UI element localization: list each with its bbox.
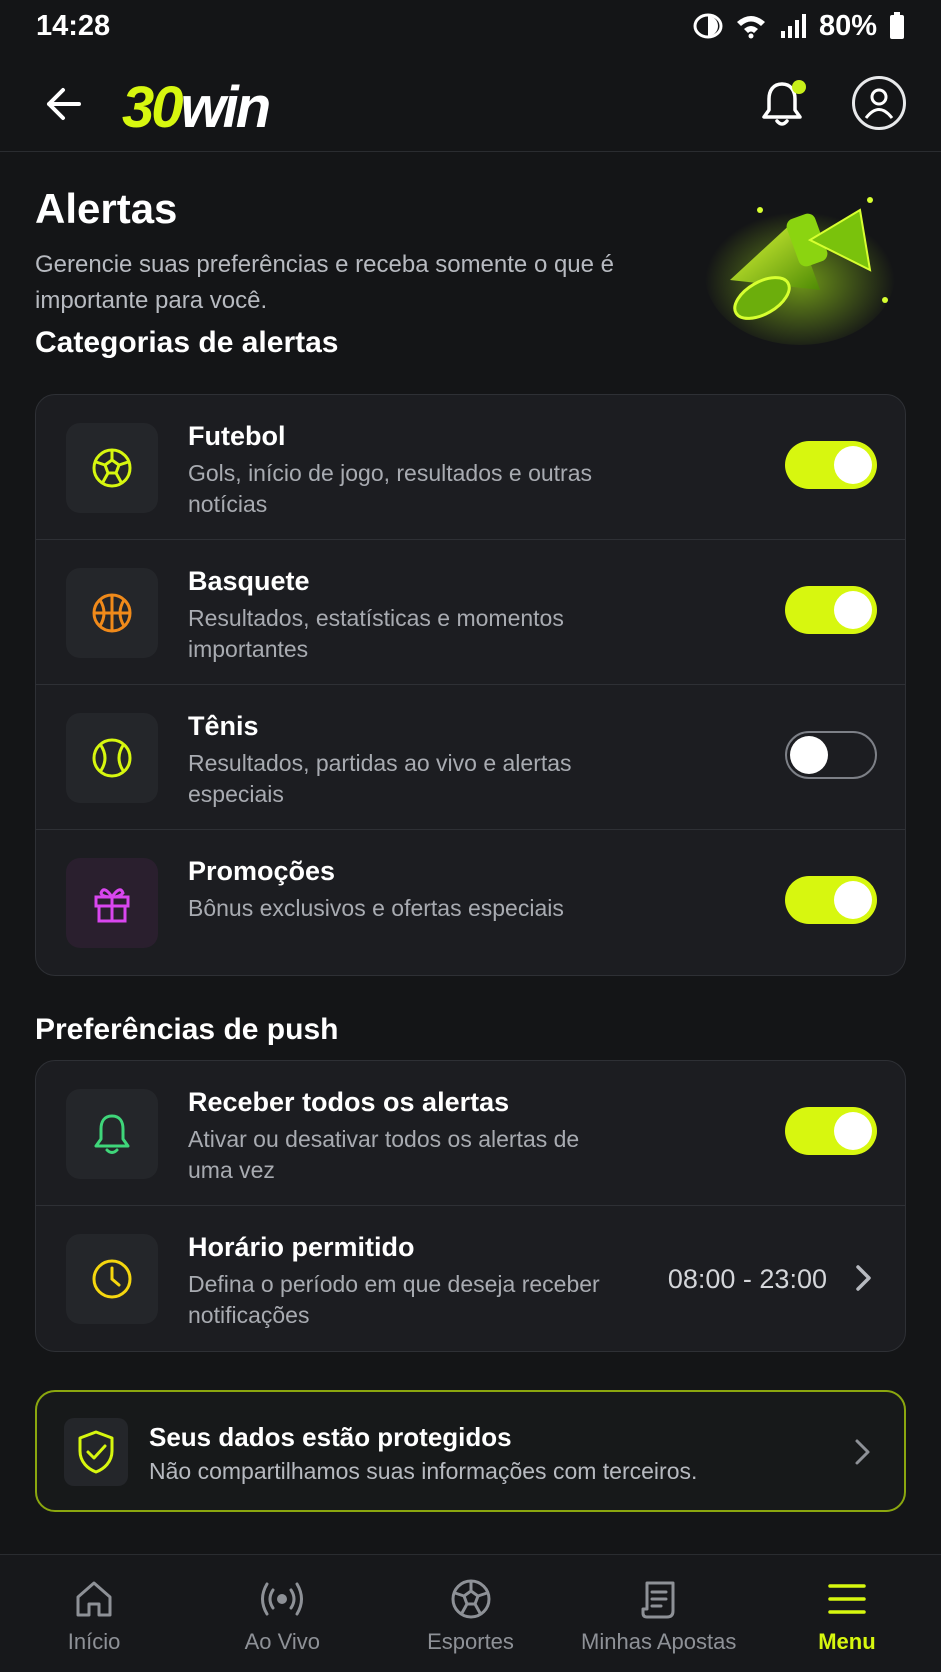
toggle-knob (834, 591, 872, 629)
battery-level: 80% (818, 9, 877, 42)
back-button[interactable] (38, 79, 88, 129)
logo-word: win (180, 75, 272, 140)
nav-label: Ao Vivo (244, 1629, 321, 1654)
category-row-futebol[interactable]: Futebol Gols, início de jogo, resultados… (36, 395, 905, 540)
category-title: Basquete (188, 566, 310, 596)
privacy-card[interactable]: Seus dados estão protegidos Não comparti… (35, 1390, 906, 1512)
battery-icon (890, 12, 904, 39)
all-alerts-toggle[interactable] (785, 1107, 877, 1155)
arrow-left-icon (47, 88, 81, 120)
tenis-toggle[interactable] (785, 731, 877, 779)
nav-item-esportes[interactable]: Esportes (376, 1555, 564, 1672)
category-title: Futebol (188, 421, 286, 451)
profile-button[interactable] (852, 76, 906, 130)
nav-label: Início (67, 1629, 121, 1654)
category-row-promocoes[interactable]: Promoções Bônus exclusivos e ofertas esp… (36, 830, 905, 975)
nav-item-ao-vivo[interactable]: Ao Vivo (188, 1555, 376, 1672)
wifi-icon (736, 16, 765, 39)
category-description: Resultados, estatísticas e momentos impo… (188, 605, 564, 662)
time-range-value: 08:00 - 23:00 (667, 1264, 827, 1294)
category-icon-box (66, 423, 158, 513)
privacy-title: Seus dados estão protegidos (149, 1422, 512, 1452)
push-description: Defina o período em que deseja receber n… (188, 1271, 600, 1328)
push-title: Horário permitido (188, 1232, 415, 1262)
push-card: Receber todos os alertas Ativar ou desat… (35, 1060, 906, 1352)
push-section-title: Preferências de push (35, 1013, 339, 1046)
page-subtitle: Gerencie suas preferências e receba some… (35, 251, 615, 314)
categories-section-title: Categorias de alertas (35, 326, 339, 359)
shield-check-icon (78, 1430, 114, 1474)
category-description: Resultados, partidas ao vivo e alertas e… (188, 750, 572, 807)
basquete-toggle[interactable] (785, 586, 877, 634)
toggle-knob (834, 1112, 872, 1150)
privacy-description: Não compartilhamos suas informações com … (149, 1458, 698, 1484)
status-time: 14:28 (36, 9, 111, 42)
bottom-navigation: Início Ao Vivo Esportes Minhas Apostas M… (0, 1554, 941, 1672)
push-icon-box (66, 1089, 158, 1179)
signal-icon (780, 14, 806, 38)
home-icon (76, 1581, 112, 1617)
basketball-icon (92, 593, 132, 633)
megaphone-illustration (705, 197, 895, 345)
category-title: Promoções (188, 856, 336, 886)
toggle-knob (834, 881, 872, 919)
logo-number: 30 (122, 75, 183, 140)
chevron-right-icon (855, 1439, 870, 1465)
push-title: Receber todos os alertas (188, 1087, 510, 1117)
privacy-icon-box (64, 1418, 128, 1486)
notification-dot (792, 80, 806, 94)
nav-item-inicio[interactable]: Início (0, 1555, 188, 1672)
sports-ball-icon (451, 1579, 490, 1619)
nav-item-menu[interactable]: Menu (753, 1555, 941, 1672)
status-bar: 14:28 80% (0, 0, 941, 52)
push-icon-box (66, 1234, 158, 1324)
chevron-right-icon (856, 1265, 871, 1291)
category-icon-box (66, 858, 158, 948)
promocoes-toggle[interactable] (785, 876, 877, 924)
category-description: Gols, início de jogo, resultados e outra… (188, 460, 593, 517)
eye-comfort-icon (693, 13, 723, 39)
category-row-tenis[interactable]: Tênis Resultados, partidas ao vivo e ale… (36, 685, 905, 830)
menu-icon (828, 1584, 866, 1614)
nav-label: Menu (818, 1629, 876, 1654)
category-row-basquete[interactable]: Basquete Resultados, estatísticas e mome… (36, 540, 905, 685)
gift-icon (94, 888, 130, 923)
status-icons: 80% (693, 10, 905, 43)
soccer-ball-icon (92, 448, 132, 488)
category-icon-box (66, 713, 158, 803)
category-icon-box (66, 568, 158, 658)
notifications-button[interactable] (752, 74, 812, 134)
nav-item-minhas-apostas[interactable]: Minhas Apostas (565, 1555, 753, 1672)
clock-icon (92, 1259, 132, 1299)
category-title: Tênis (188, 711, 259, 741)
page-title: Alertas (35, 185, 178, 232)
nav-label: Esportes (427, 1629, 514, 1654)
brand-logo[interactable]: 30win (122, 68, 272, 148)
live-icon (261, 1582, 304, 1616)
category-description: Bônus exclusivos e ofertas especiais (188, 895, 564, 921)
app-bar: 30win (0, 62, 941, 152)
bell-icon (94, 1114, 130, 1154)
page-header: Alertas Gerencie suas preferências e rec… (35, 185, 655, 319)
user-icon (864, 88, 894, 119)
nav-label: Minhas Apostas (581, 1629, 737, 1654)
categories-card: Futebol Gols, início de jogo, resultados… (35, 394, 906, 976)
tennis-ball-icon (92, 738, 132, 778)
all-alerts-row[interactable]: Receber todos os alertas Ativar ou desat… (36, 1061, 905, 1206)
futebol-toggle[interactable] (785, 441, 877, 489)
toggle-knob (834, 446, 872, 484)
bets-scroll-icon (641, 1581, 675, 1619)
allowed-time-row[interactable]: Horário permitido Defina o período em qu… (36, 1206, 905, 1351)
push-description: Ativar ou desativar todos os alertas de … (188, 1126, 580, 1183)
toggle-knob (790, 736, 828, 774)
